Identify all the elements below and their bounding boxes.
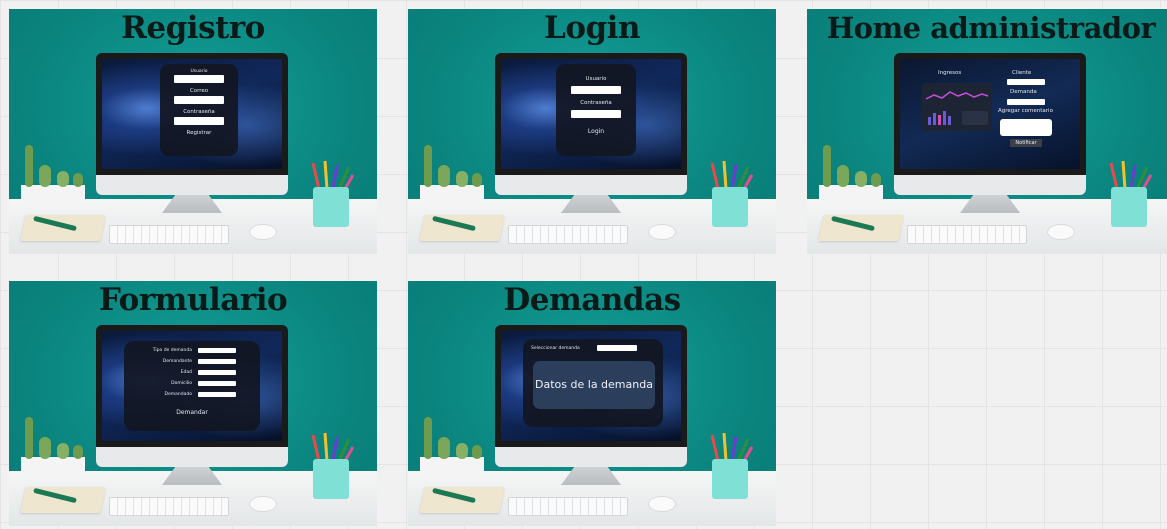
monitor-chin (495, 447, 687, 467)
chart-graphic (925, 91, 989, 125)
monitor-stand (561, 467, 621, 485)
cliente-input[interactable] (1007, 79, 1045, 85)
screen: Seleccionar demanda Datos de la demanda (501, 331, 681, 441)
card-title: Formulario (98, 282, 288, 318)
monitor: Usuario Correo Contraseña Registrar (96, 53, 288, 195)
contrasena-input[interactable] (571, 110, 621, 118)
monitor-chin (96, 447, 288, 467)
screen: Ingresos Cliente Demanda Agregar comenta… (900, 59, 1080, 169)
field-label-usuario: Usuario (190, 69, 208, 74)
registro-panel: Usuario Correo Contraseña Registrar (160, 64, 238, 156)
ingresos-label: Ingresos (938, 70, 962, 76)
agregar-comentario-label: Agregar comentario (998, 108, 1053, 114)
monitor: Seleccionar demanda Datos de la demanda (495, 325, 687, 467)
monitor-stand (162, 467, 222, 485)
chart-bar (938, 115, 941, 125)
chart-bar (948, 116, 951, 125)
pencil-cup-icon (311, 160, 355, 227)
pencil-cup-icon (710, 432, 754, 499)
login-button[interactable]: Login (556, 128, 636, 135)
field-label-usuario: Usuario (585, 76, 607, 82)
datos-demanda-box: Datos de la demanda (533, 361, 655, 409)
cactus-plant-icon (21, 417, 85, 477)
login-panel: Usuario Contraseña Login (556, 64, 636, 156)
usuario-input[interactable] (174, 75, 224, 83)
mouse (249, 224, 277, 240)
chart-widget (962, 111, 988, 125)
contrasena-input[interactable] (174, 117, 224, 125)
card-demandas: Demandas Seleccionar demanda Datos de la… (408, 281, 776, 526)
card-registro: Registro Usuario Correo Contraseña Regis… (9, 9, 377, 254)
keyboard (109, 497, 229, 516)
tipo-demanda-input[interactable] (198, 348, 236, 353)
mouse (648, 224, 676, 240)
keyboard (508, 225, 628, 244)
card-title: Registro (121, 10, 265, 46)
demanda-input[interactable] (1007, 99, 1045, 105)
demandar-button[interactable]: Demandar (124, 409, 260, 416)
card-login: Login Usuario Contraseña Login (408, 9, 776, 254)
usuario-input[interactable] (571, 86, 621, 94)
notificar-button[interactable]: Notificar (1010, 139, 1042, 147)
cliente-label: Cliente (1012, 70, 1032, 76)
keyboard (508, 497, 628, 516)
screen: Tipo de demanda Demandante Edad Domicili… (102, 331, 282, 441)
screen: Usuario Contraseña Login (501, 59, 681, 169)
registrar-button[interactable]: Registrar (160, 130, 238, 136)
monitor: Ingresos Cliente Demanda Agregar comenta… (894, 53, 1086, 195)
field-label-correo: Correo (189, 88, 209, 94)
monitor-chin (96, 175, 288, 195)
chart-line (925, 91, 989, 100)
monitor-stand (561, 195, 621, 213)
keyboard (907, 225, 1027, 244)
cactus-plant-icon (420, 145, 484, 205)
field-label-contrasena: Contraseña (580, 100, 612, 106)
chart-bar (928, 117, 931, 125)
domicilio-input[interactable] (198, 381, 236, 386)
demandante-input[interactable] (198, 359, 236, 364)
comentario-textarea[interactable] (1000, 119, 1052, 136)
card-title: Demandas (503, 282, 681, 318)
monitor-stand (960, 195, 1020, 213)
cactus-plant-icon (819, 145, 883, 205)
demanda-label: Demanda (1010, 89, 1037, 95)
form-label: Edad (180, 370, 192, 375)
form-label: Demandado (164, 392, 192, 397)
correo-input[interactable] (174, 96, 224, 104)
edad-input[interactable] (198, 370, 236, 375)
demandas-panel: Seleccionar demanda Datos de la demanda (523, 339, 663, 427)
chart-bar (943, 111, 946, 125)
keyboard (109, 225, 229, 244)
monitor: Tipo de demanda Demandante Edad Domicili… (96, 325, 288, 467)
pencil-cup-icon (710, 160, 754, 227)
mouse (249, 496, 277, 512)
dashboard-chart (922, 83, 992, 131)
demandado-input[interactable] (198, 392, 236, 397)
cactus-plant-icon (420, 417, 484, 477)
form-label: Domicilio (171, 381, 192, 386)
mouse (648, 496, 676, 512)
monitor-chin (495, 175, 687, 195)
card-title: Home administrador (826, 11, 1156, 45)
form-label: Tipo de demanda (152, 348, 192, 353)
pencil-cup-icon (1109, 160, 1153, 227)
card-formulario: Formulario Tipo de demanda Demandante Ed… (9, 281, 377, 526)
seleccionar-demanda-select[interactable] (597, 345, 637, 351)
monitor: Usuario Contraseña Login (495, 53, 687, 195)
chart-bar (933, 113, 936, 125)
form-label: Demandante (162, 359, 192, 364)
pencil-cup-icon (311, 432, 355, 499)
monitor-chin (894, 175, 1086, 195)
seleccionar-demanda-label: Seleccionar demanda (531, 346, 580, 351)
card-home-administrador: Home administrador Ingresos Cliente Dema… (807, 9, 1167, 254)
formulario-panel: Tipo de demanda Demandante Edad Domicili… (124, 341, 260, 431)
mouse (1047, 224, 1075, 240)
screen: Usuario Correo Contraseña Registrar (102, 59, 282, 169)
card-title: Login (544, 10, 640, 46)
monitor-stand (162, 195, 222, 213)
field-label-contrasena: Contraseña (183, 109, 215, 115)
cactus-plant-icon (21, 145, 85, 205)
